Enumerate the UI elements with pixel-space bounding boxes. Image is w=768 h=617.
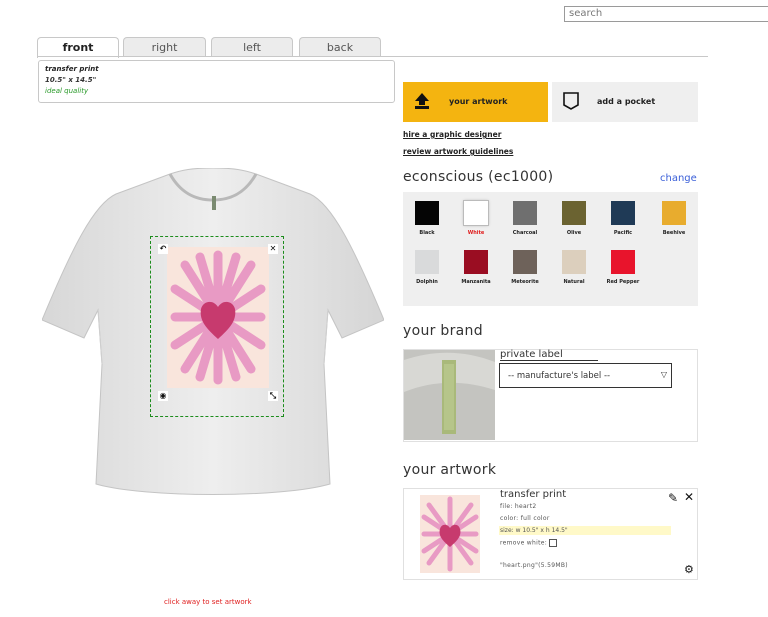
product-name: econscious (ec1000) [403,169,553,185]
product-code: (ec1000) [488,169,554,185]
tab-right[interactable]: right [123,37,206,57]
artwork-thumbnail [420,495,480,573]
print-type: transfer print [45,65,99,73]
settings-gear-icon[interactable]: ⚙ [684,563,694,576]
artwork-size: size: w 10.5" x h 14.5" [499,526,671,535]
select-value: -- manufacture's label -- [508,371,611,381]
search-input[interactable]: search [564,6,768,22]
rotate-handle[interactable]: ↶ [158,244,168,254]
swatch-pacific[interactable]: Pacific [603,201,643,236]
print-size: 10.5" x 14.5" [45,76,97,84]
tab-divider [37,56,708,57]
center-handle[interactable]: ◉ [158,391,168,401]
artwork-color: color: full color [500,515,550,522]
remove-white-row: remove white: [500,539,558,547]
swatch-beehive[interactable]: Beehive [654,201,694,236]
swatch-olive[interactable]: Olive [554,201,594,236]
your-artwork-heading: your artwork [403,462,497,478]
review-guidelines-link[interactable]: review artwork guidelines [403,147,513,156]
tab-front[interactable]: front [37,37,119,58]
artwork-filename: "heart.png"(5.59MB) [500,562,568,569]
swatch-charcoal[interactable]: Charcoal [505,201,545,236]
swatch-natural[interactable]: Natural [554,250,594,285]
add-pocket-label: add a pocket [597,97,656,106]
delete-icon[interactable]: ✕ [684,490,694,504]
private-label-title: private label [500,349,598,361]
neck-label-photo [404,350,495,440]
dropdown-arrow-icon: ▽ [660,370,667,379]
change-product-link[interactable]: change [660,173,697,184]
upload-arrow-icon [415,93,429,109]
swatch-white[interactable]: White [456,200,496,236]
product-brand: econscious [403,169,484,185]
artwork-file: file: heart2 [500,503,537,510]
remove-white-label: remove white: [500,539,548,547]
search-placeholder: search [569,8,603,19]
pocket-icon [563,92,579,110]
edit-icon[interactable]: ✎ [668,491,678,505]
remove-white-checkbox[interactable] [549,539,558,547]
swatch-dolphin[interactable]: Dolphin [407,250,447,285]
swatch-red-pepper[interactable]: Red Pepper [603,250,643,285]
remove-artwork-handle[interactable]: ✕ [268,244,278,254]
your-brand-heading: your brand [403,323,483,339]
color-swatch-panel: Black White Charcoal Olive Pacific Beehi… [403,192,698,306]
click-away-hint: click away to set artwork [164,598,252,606]
print-info-panel: transfer print 10.5" x 14.5" ideal quali… [38,60,395,103]
add-pocket-button[interactable]: add a pocket [552,82,698,122]
swatch-manzanita[interactable]: Manzanita [456,250,496,285]
tab-back[interactable]: back [299,37,381,57]
your-artwork-label: your artwork [449,97,508,106]
print-area-guide [150,236,284,417]
tab-left[interactable]: left [211,37,293,57]
manufacture-label-select[interactable]: -- manufacture's label -- ▽ [499,363,672,388]
swatch-meteorite[interactable]: Meteorite [505,250,545,285]
print-quality: ideal quality [45,87,89,95]
your-artwork-button[interactable]: your artwork [403,82,548,122]
hire-designer-link[interactable]: hire a graphic designer [403,130,501,139]
artwork-title: transfer print [500,489,567,500]
swatch-black[interactable]: Black [407,201,447,236]
resize-handle[interactable]: ⤡ [268,391,278,401]
